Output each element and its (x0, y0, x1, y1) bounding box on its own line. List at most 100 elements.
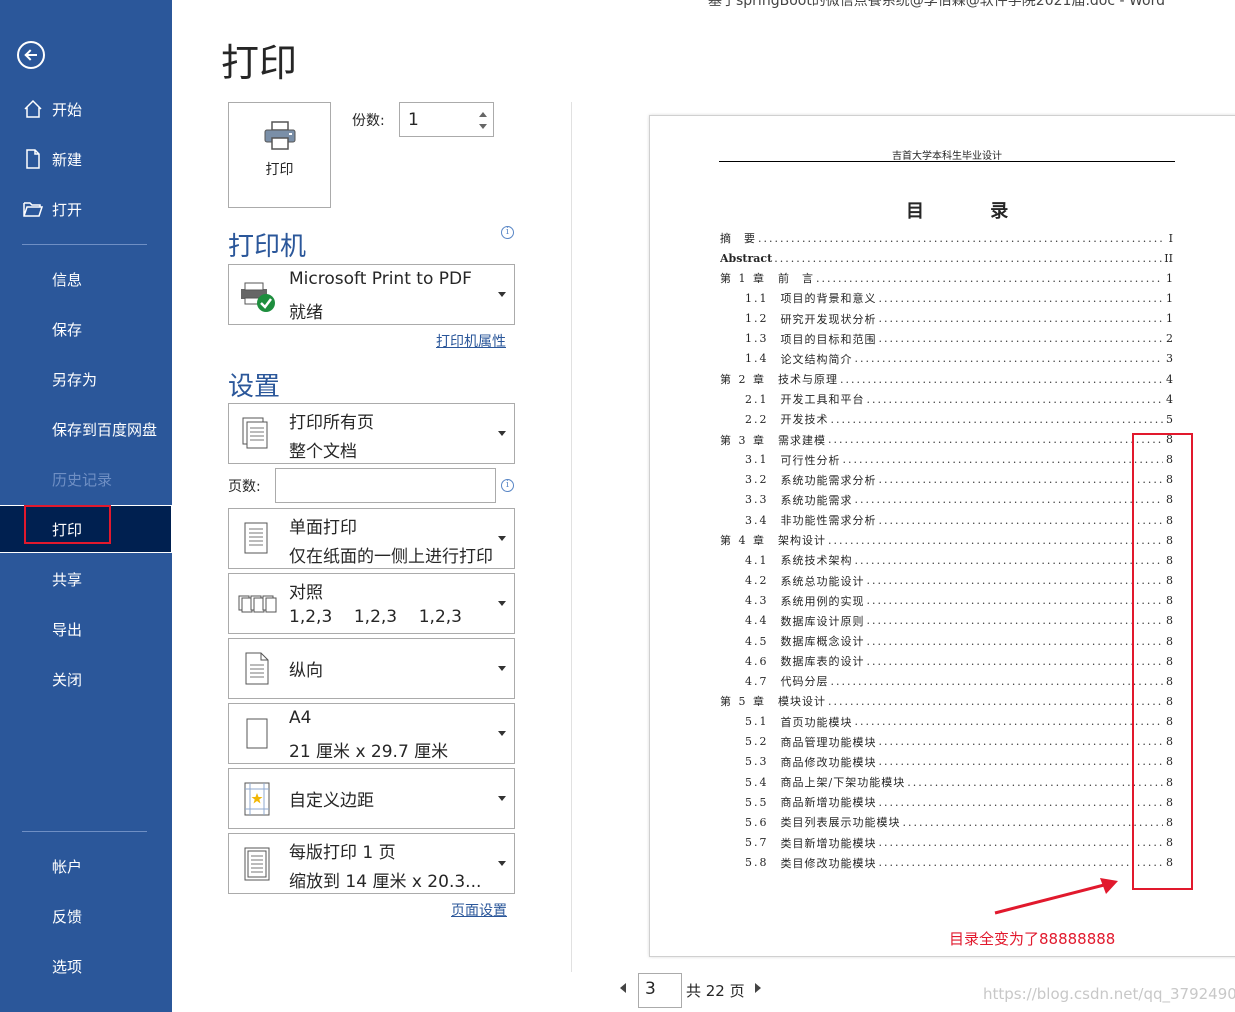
sidebar-item-label: 帐户 (52, 857, 83, 876)
sidebar-item-close[interactable]: 关闭 (0, 659, 172, 699)
sidebar-item-home[interactable]: 开始 (0, 89, 172, 129)
previous-page-icon[interactable] (620, 983, 626, 993)
sidebar-item-label: 打开 (52, 200, 83, 219)
toc-entry-title: Abstract (720, 251, 773, 265)
sidebar-item-open[interactable]: 打开 (0, 189, 172, 229)
sidebar-item-label: 选项 (52, 957, 83, 976)
sides-dropdown[interactable]: 单面打印 仅在纸面的一侧上进行打印 (228, 508, 515, 569)
sidebar-item-info[interactable]: 信息 (0, 259, 172, 299)
toc-leader-dots: ........................................… (866, 654, 1164, 668)
sidebar-item-feedback[interactable]: 反馈 (0, 896, 172, 936)
copies-stepper[interactable]: 1 (399, 102, 494, 137)
toc-number: 4.4 (745, 614, 769, 628)
print-button[interactable]: 打印 (228, 102, 331, 208)
toc-entry-title: 数据库设计原则 (780, 614, 865, 628)
toc-page-number: 5 (1166, 412, 1173, 426)
toc-number: 5.5 (745, 795, 769, 809)
all-pages-icon (237, 414, 277, 454)
pages-input[interactable] (275, 468, 496, 503)
toc-entry-title: 模块设计 (778, 695, 826, 709)
toc-row: 第 1 章前 言................................… (720, 270, 1173, 286)
next-page-icon[interactable] (755, 983, 761, 993)
info-icon[interactable]: i (501, 479, 514, 492)
pages-per-sheet-dropdown[interactable]: 每版打印 1 页 缩放到 14 厘米 x 20.3... (228, 833, 515, 894)
backstage-sidebar: 开始 新建 打开 信息 保存 另存为 保存到百度网盘 历史记录 打印 共享 导出… (0, 0, 172, 1012)
margins-dropdown[interactable]: 自定义边距 (228, 768, 515, 829)
toc-leader-dots: ........................................… (878, 332, 1164, 346)
paper-size-dropdown[interactable]: A4 21 厘米 x 29.7 厘米 (228, 703, 515, 764)
toc-number: 3.3 (745, 493, 769, 507)
toc-row: 3.1 可行性分析................................… (745, 452, 1173, 468)
sidebar-item-label: 关闭 (52, 670, 83, 689)
toc-entry-title: 研究开发现状分析 (780, 312, 877, 326)
toc-number: 1.3 (745, 332, 769, 346)
sidebar-item-save-to-baidu[interactable]: 保存到百度网盘 (0, 409, 172, 449)
collate-desc: 1,2,3 1,2,3 1,2,3 (289, 607, 462, 627)
toc-leader-dots: ........................................… (866, 392, 1164, 406)
toc-number: 5.7 (745, 836, 769, 849)
sidebar-item-share[interactable]: 共享 (0, 559, 172, 599)
sidebar-item-label: 信息 (52, 270, 83, 289)
toc-entry-title: 类目修改功能模块 (780, 856, 877, 870)
toc-number: 5.6 (745, 815, 769, 829)
toc-number: 5.2 (745, 735, 769, 749)
toc-leader-dots: ........................................… (854, 553, 1164, 567)
back-arrow-icon[interactable] (17, 41, 45, 69)
sidebar-item-label: 共享 (52, 570, 83, 589)
toc-row: 1.1 项目的背景和意义.............................… (745, 290, 1173, 306)
collate-dropdown[interactable]: 对照 1,2,3 1,2,3 1,2,3 (228, 573, 515, 634)
toc-leader-dots: ........................................… (842, 453, 1164, 467)
sidebar-item-save[interactable]: 保存 (0, 309, 172, 349)
toc-page-number: I (1168, 231, 1173, 245)
panel-divider (571, 102, 572, 972)
toc-number: 5.3 (745, 755, 769, 769)
toc-number: 1.4 (745, 352, 769, 366)
toc-number: 3.1 (745, 453, 769, 467)
sidebar-item-options[interactable]: 选项 (0, 946, 172, 986)
sidebar-item-label: 开始 (52, 100, 83, 119)
toc-leader-dots: ........................................… (854, 352, 1164, 366)
toc-number: 4.2 (745, 574, 769, 588)
toc-row: 4.6 数据库表的设计..............................… (745, 653, 1173, 669)
printer-properties-link[interactable]: 打印机属性 (436, 331, 506, 351)
toc-row: 2.1 开发工具和平台..............................… (745, 391, 1173, 407)
toc-leader-dots: ........................................… (878, 312, 1164, 326)
toc-entry-title: 前 言 (778, 272, 814, 286)
chevron-down-icon (498, 431, 506, 436)
folder-open-icon (22, 198, 44, 220)
orientation-dropdown[interactable]: 纵向 (228, 638, 515, 699)
pages-label: 页数: (228, 479, 261, 495)
word-backstage: 开始 新建 打开 信息 保存 另存为 保存到百度网盘 历史记录 打印 共享 导出… (0, 0, 1235, 1012)
toc-number: 4.3 (745, 594, 769, 608)
toc-entry-title: 非功能性需求分析 (780, 514, 877, 528)
page-number-input[interactable]: 3 (638, 973, 682, 1008)
toc-page-number: 4 (1166, 392, 1173, 406)
chevron-down-icon (498, 796, 506, 801)
toc-row: 4.4 数据库设计原则..............................… (745, 613, 1173, 629)
toc-page-number: 1 (1166, 271, 1173, 285)
chevron-down-icon (498, 666, 506, 671)
toc-leader-dots: ........................................… (878, 856, 1164, 870)
printer-dropdown[interactable]: Microsoft Print to PDF 就绪 (228, 264, 515, 325)
toc-page-number: 1 (1166, 291, 1173, 305)
decrement-arrow-icon[interactable] (479, 124, 487, 129)
page-setup-link[interactable]: 页面设置 (451, 900, 507, 920)
collated-icon (237, 584, 277, 624)
sidebar-item-account[interactable]: 帐户 (0, 846, 172, 886)
info-icon[interactable]: i (501, 226, 514, 239)
toc-leader-dots: ........................................… (830, 674, 1164, 688)
toc-row: 5.5 商品新增功能模块.............................… (745, 794, 1173, 810)
increment-arrow-icon[interactable] (479, 112, 487, 117)
toc-number: 1.1 (745, 291, 769, 305)
sidebar-item-new[interactable]: 新建 (0, 139, 172, 179)
home-icon (22, 98, 44, 120)
toc-entry-title: 商品新增功能模块 (780, 796, 877, 810)
print-range-dropdown[interactable]: 打印所有页 整个文档 (228, 403, 515, 464)
toc-row: 5.8 类目修改功能模块.............................… (745, 855, 1173, 871)
toc-entry-title: 代码分层 (780, 675, 829, 689)
sidebar-item-save-as[interactable]: 另存为 (0, 359, 172, 399)
toc-leader-dots: ........................................… (878, 473, 1164, 487)
sidebar-item-history: 历史记录 (0, 459, 172, 499)
sidebar-item-export[interactable]: 导出 (0, 609, 172, 649)
sides-label: 单面打印 (289, 518, 357, 538)
